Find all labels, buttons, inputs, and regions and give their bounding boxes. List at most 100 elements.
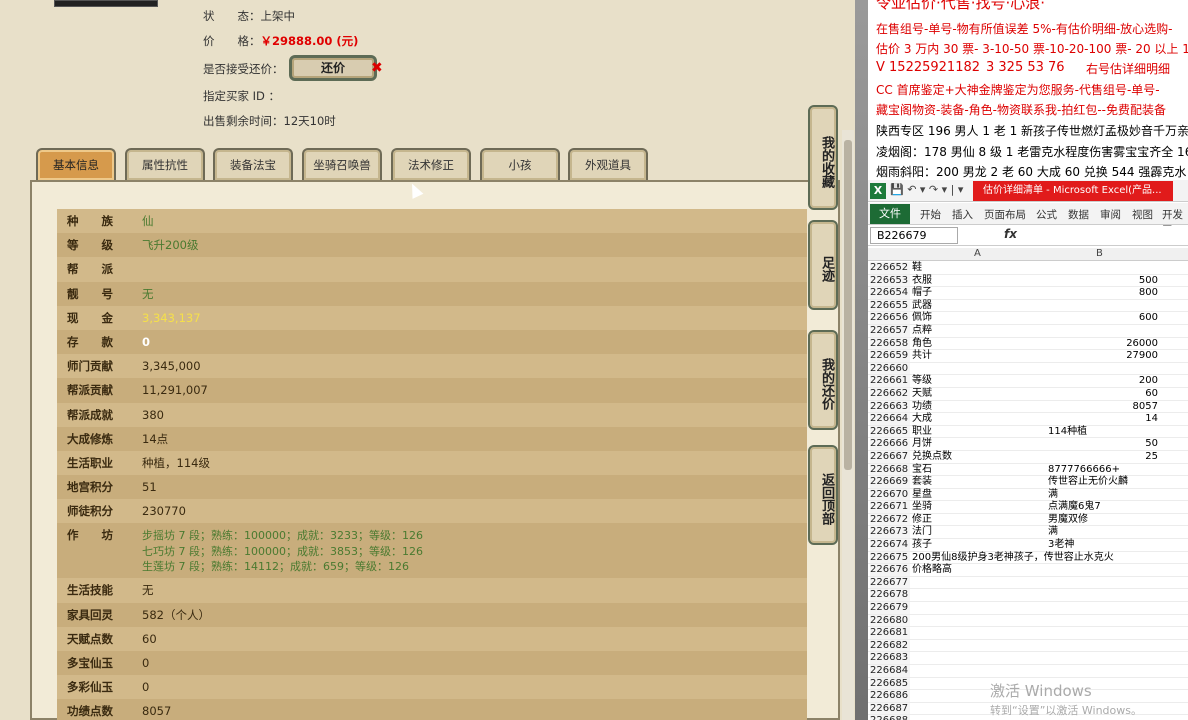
sheet-row[interactable]: 226656 佩饰 600	[868, 312, 1188, 325]
sheet-row[interactable]: 226667 兑换点数 25	[868, 450, 1188, 464]
row-number[interactable]: 226677	[870, 576, 910, 589]
row-number[interactable]: 226660	[870, 362, 910, 375]
cell-b[interactable]: 满	[1048, 489, 1058, 502]
sheet-row[interactable]: 226655 武器	[868, 299, 1188, 313]
ribbon-tab-insert[interactable]: 插入	[952, 207, 973, 222]
my-offers-button[interactable]: 我的还价	[808, 330, 838, 430]
row-number[interactable]: 226665	[870, 425, 910, 438]
cell-a[interactable]: 等级	[912, 375, 932, 388]
row-number[interactable]: 226657	[870, 324, 910, 337]
sheet-row[interactable]: 226666 月饼 50	[868, 438, 1188, 451]
cell-a[interactable]: 孩子	[912, 539, 932, 552]
sheet-row[interactable]: 226669 套装 传世容止无价火麟	[868, 476, 1188, 489]
cell-b[interactable]: 26000	[1126, 338, 1158, 351]
sheet-row[interactable]: 226659 共计 27900	[868, 350, 1188, 363]
sheet-row[interactable]: 226678	[868, 589, 1188, 603]
cell-a[interactable]: 天赋	[912, 388, 932, 401]
row-number[interactable]: 226666	[870, 438, 910, 450]
tab-attributes[interactable]: 属性抗性	[125, 148, 205, 180]
row-number[interactable]: 226658	[870, 337, 910, 350]
ribbon-tab-formulas[interactable]: 公式	[1036, 207, 1057, 222]
sheet-row[interactable]: 226671 坐骑 点满魔6鬼7	[868, 501, 1188, 514]
ribbon-tab-view[interactable]: 视图	[1132, 207, 1153, 222]
sheet-row[interactable]: 226670 星盘 满	[868, 488, 1188, 502]
column-b-header[interactable]: B	[1096, 248, 1103, 259]
cell-b[interactable]: 8777766666+	[1048, 464, 1120, 477]
row-number[interactable]: 226682	[870, 639, 910, 652]
sheet-row[interactable]: 226660	[868, 362, 1188, 376]
row-number[interactable]: 226670	[870, 488, 910, 501]
excel-icon[interactable]: X	[870, 183, 886, 199]
row-number[interactable]: 226676	[870, 564, 910, 576]
row-number[interactable]: 226688	[870, 715, 910, 720]
page-scrollbar[interactable]	[842, 130, 854, 720]
cell-a[interactable]: 角色	[912, 338, 932, 351]
row-number[interactable]: 226669	[870, 476, 910, 488]
cell-a[interactable]: 200男仙8级护身3老神孩子，传世容止水克火	[912, 552, 1114, 565]
row-number[interactable]: 226656	[870, 312, 910, 324]
cell-a[interactable]: 星盘	[912, 489, 932, 502]
row-number[interactable]: 226685	[870, 677, 910, 690]
sheet-row[interactable]: 226664 大成 14	[868, 413, 1188, 426]
quick-access-toolbar[interactable]: 💾 ↶ ▾ ↷ ▾ | ▾	[890, 183, 963, 196]
sheet-row[interactable]: 226680	[868, 614, 1188, 628]
back-to-top-button[interactable]: 返回顶部	[808, 445, 838, 545]
name-box[interactable]: B226679	[870, 227, 958, 244]
sheet-grid[interactable]: 226652 鞋 226653 衣服 500 226654 帽子 800 226655 武器 226…	[868, 262, 1188, 720]
cell-a[interactable]: 鞋	[912, 262, 922, 275]
cell-a[interactable]: 宝石	[912, 464, 932, 477]
my-favorites-button[interactable]: 我的收藏	[808, 105, 838, 210]
sheet-row[interactable]: 226652 鞋	[868, 262, 1188, 275]
sheet-row[interactable]: 226668 宝石 8777766666+	[868, 463, 1188, 477]
sheet-row[interactable]: 226679	[868, 602, 1188, 615]
sheet-row[interactable]: 226658 角色 26000	[868, 337, 1188, 351]
footprint-button[interactable]: 足迹	[808, 220, 838, 310]
sheet-row[interactable]: 226677	[868, 576, 1188, 590]
row-number[interactable]: 226663	[870, 400, 910, 413]
row-number[interactable]: 226687	[870, 702, 910, 715]
fx-icon[interactable]: fx	[1004, 227, 1017, 241]
cell-a[interactable]: 点粹	[912, 325, 932, 338]
cell-b[interactable]: 800	[1139, 287, 1158, 300]
row-number[interactable]: 226664	[870, 413, 910, 425]
row-number[interactable]: 226679	[870, 602, 910, 614]
cell-b[interactable]: 传世容止无价火麟	[1048, 476, 1128, 489]
cell-b[interactable]: 500	[1139, 275, 1158, 288]
row-number[interactable]: 226681	[870, 627, 910, 639]
sheet-row[interactable]: 226683	[868, 652, 1188, 665]
row-number[interactable]: 226671	[870, 501, 910, 513]
cell-b[interactable]: 27900	[1126, 350, 1158, 363]
cell-b[interactable]: 3老神	[1048, 539, 1074, 552]
row-number[interactable]: 226667	[870, 450, 910, 463]
cell-a[interactable]: 佩饰	[912, 312, 932, 325]
cell-b[interactable]: 8057	[1133, 401, 1158, 414]
cell-b[interactable]: 男魔双修	[1048, 514, 1088, 527]
cell-a[interactable]: 月饼	[912, 438, 932, 451]
row-number[interactable]: 226653	[870, 274, 910, 287]
ribbon-tab-data[interactable]: 数据	[1068, 207, 1089, 222]
ribbon-tab-review[interactable]: 审阅	[1100, 207, 1121, 222]
cell-a[interactable]: 武器	[912, 300, 932, 313]
scrollbar-thumb[interactable]	[844, 140, 852, 470]
cell-a[interactable]: 共计	[912, 350, 932, 363]
cell-a[interactable]: 衣服	[912, 275, 932, 288]
sheet-row[interactable]: 226676 价格略高	[868, 564, 1188, 577]
row-number[interactable]: 226661	[870, 375, 910, 387]
cell-b[interactable]: 600	[1139, 312, 1158, 325]
sheet-row[interactable]: 226663 功绩 8057	[868, 400, 1188, 414]
row-number[interactable]: 226659	[870, 350, 910, 362]
row-number[interactable]: 226655	[870, 299, 910, 312]
cell-a[interactable]: 套装	[912, 476, 932, 489]
row-number[interactable]: 226683	[870, 652, 910, 664]
cell-b[interactable]: 点满魔6鬼7	[1048, 501, 1101, 514]
tab-spell-correction[interactable]: 法术修正	[391, 148, 471, 180]
ribbon-tab-home[interactable]: 开始	[920, 207, 941, 222]
row-number[interactable]: 226672	[870, 513, 910, 526]
cell-a[interactable]: 功绩	[912, 401, 932, 414]
sheet-row[interactable]: 226682	[868, 639, 1188, 653]
tab-basic-info[interactable]: 基本信息	[36, 148, 116, 180]
cell-a[interactable]: 修正	[912, 514, 932, 527]
cell-a[interactable]: 坐骑	[912, 501, 932, 514]
row-number[interactable]: 226654	[870, 287, 910, 299]
column-a-header[interactable]: A	[974, 248, 981, 259]
